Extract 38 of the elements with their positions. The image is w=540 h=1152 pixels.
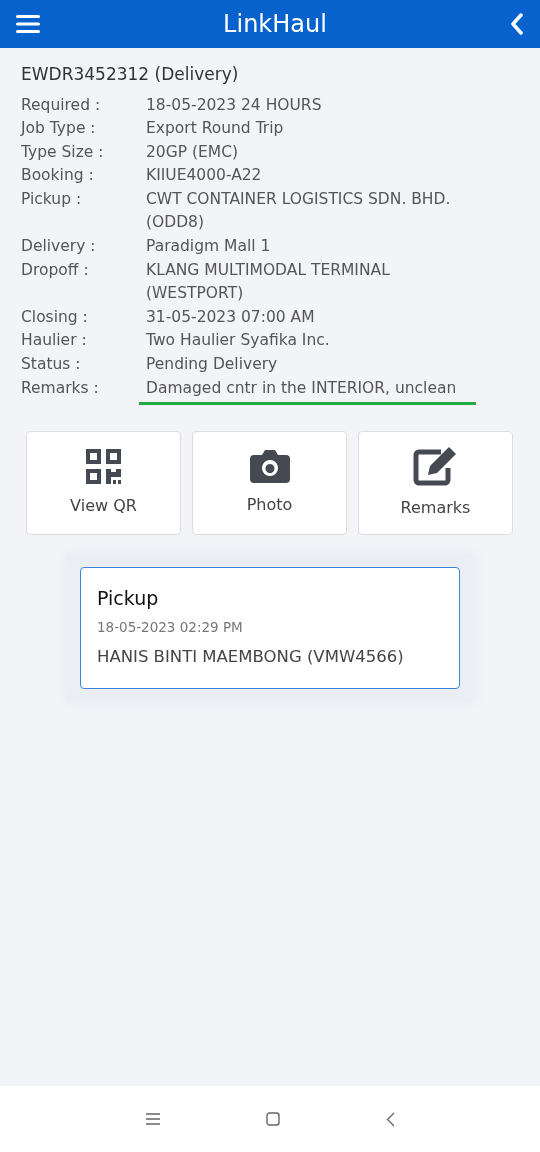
field-value: KLANG MULTIMODAL TERMINAL (WESTPORT) xyxy=(146,260,390,303)
back-icon[interactable] xyxy=(385,1111,395,1127)
field-label: Booking : xyxy=(21,165,95,187)
menu-icon[interactable] xyxy=(16,14,40,34)
edit-icon xyxy=(413,446,458,487)
field-label: Job Type : xyxy=(21,118,97,140)
action-button[interactable]: Remarks xyxy=(358,431,513,536)
field-value: Paradigm Mall 1 xyxy=(146,237,271,256)
field-label: Type Size : xyxy=(21,141,105,163)
field-label: Pickup : xyxy=(21,188,83,210)
event-card[interactable]: Pickup 18-05-2023 02:29 PM HANIS BINTI MAEMBONG (VMW4566) xyxy=(80,567,460,689)
field-label: Closing : xyxy=(21,306,89,328)
camera-icon xyxy=(249,449,290,484)
field-label: Delivery : xyxy=(21,236,97,258)
app-title: LinkHaul xyxy=(223,9,327,40)
field-value: Export Round Trip xyxy=(146,119,284,138)
field-value: 31-05-2023 07:00 AM xyxy=(146,307,315,326)
field-value: Pending Delivery xyxy=(146,355,278,374)
field-value: CWT CONTAINER LOGISTICS SDN. BHD. (ODD8) xyxy=(146,189,451,232)
action-button[interactable]: Photo xyxy=(192,431,347,536)
home-icon[interactable] xyxy=(265,1112,280,1126)
field-value: Two Haulier Syafika Inc. xyxy=(146,331,330,350)
menu-icon[interactable] xyxy=(145,1113,160,1125)
field-label: Dropoff : xyxy=(21,259,90,281)
field-value: KIIUE4000-A22 xyxy=(146,166,262,185)
field-value: 20GP (EMC) xyxy=(146,142,239,161)
field-label: Status : xyxy=(21,354,82,376)
field-value: Damaged cntr in the INTERIOR, unclean xyxy=(139,376,477,406)
field-value: 18-05-2023 24 HOURS xyxy=(146,95,322,114)
event-detail: HANIS BINTI MAEMBONG (VMW4566) xyxy=(97,645,405,668)
qr-code-icon xyxy=(86,448,121,484)
field-label: Remarks : xyxy=(21,377,100,399)
action-button[interactable]: View QR xyxy=(26,431,181,536)
event-time: 18-05-2023 02:29 PM xyxy=(97,617,244,637)
job-title: EWDR3452312 (Delivery) xyxy=(21,63,240,86)
event-title: Pickup xyxy=(97,586,160,612)
field-label: Haulier : xyxy=(21,330,88,352)
field-label: Required : xyxy=(21,94,102,116)
